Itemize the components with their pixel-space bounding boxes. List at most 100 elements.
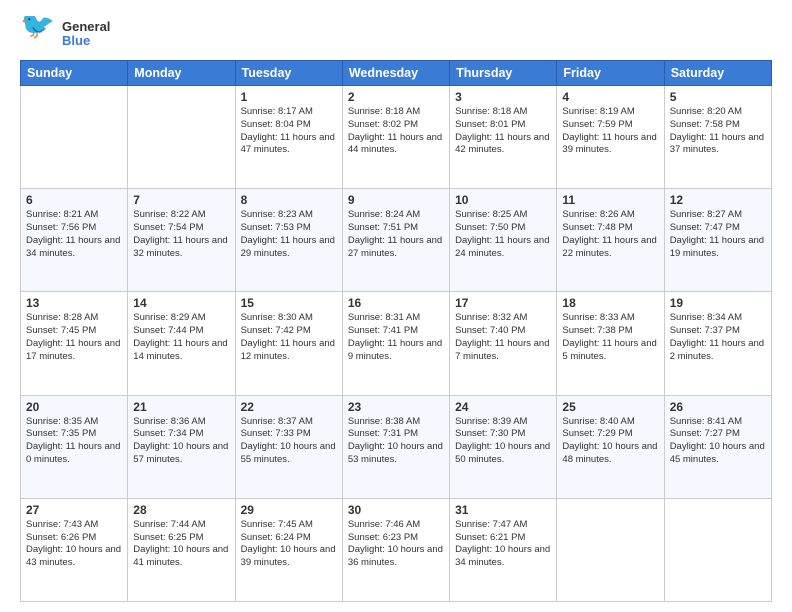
calendar-cell: 23Sunrise: 8:38 AM Sunset: 7:31 PM Dayli…	[342, 395, 449, 498]
day-header-tuesday: Tuesday	[235, 61, 342, 86]
cell-data: Sunrise: 8:19 AM Sunset: 7:59 PM Dayligh…	[562, 106, 658, 157]
cell-data: Sunrise: 8:27 AM Sunset: 7:47 PM Dayligh…	[670, 209, 766, 260]
calendar-cell	[557, 498, 664, 601]
logo-text-blue: Blue	[62, 34, 110, 48]
day-header-saturday: Saturday	[664, 61, 771, 86]
cell-data: Sunrise: 8:39 AM Sunset: 7:30 PM Dayligh…	[455, 416, 551, 467]
calendar-cell: 22 Sunrise: 8:37 AM Sunset: 7:33 PM Dayli…	[235, 395, 342, 498]
day-number: 10	[455, 193, 551, 207]
cell-data: Sunrise: 8:41 AM Sunset: 7:27 PM Dayligh…	[670, 416, 766, 467]
day-number: 5	[670, 90, 766, 104]
cell-data: Sunrise: 7:46 AM Sunset: 6:23 PM Dayligh…	[348, 519, 444, 570]
day-number: 3	[455, 90, 551, 104]
logo: 🐦 General Blue	[20, 16, 110, 52]
cell-data: Sunrise: 8:26 AM Sunset: 7:48 PM Dayligh…	[562, 209, 658, 260]
calendar-cell: 11 Sunrise: 8:26 AM Sunset: 7:48 PM Dayli…	[557, 189, 664, 292]
day-number: 12	[670, 193, 766, 207]
day-number: 9	[348, 193, 444, 207]
cell-data: Sunrise: 8:35 AM Sunset: 7:35 PM Dayligh…	[26, 416, 122, 467]
calendar-cell: 17Sunrise: 8:32 AM Sunset: 7:40 PM Dayli…	[450, 292, 557, 395]
cell-data: Sunrise: 8:24 AM Sunset: 7:51 PM Dayligh…	[348, 209, 444, 260]
day-number: 11	[562, 193, 658, 207]
calendar-cell: 13 Sunrise: 8:28 AM Sunset: 7:45 PM Dayli…	[21, 292, 128, 395]
day-number: 29	[241, 503, 337, 517]
cell-data: Sunrise: 8:25 AM Sunset: 7:50 PM Dayligh…	[455, 209, 551, 260]
calendar-cell: 28 Sunrise: 7:44 AM Sunset: 6:25 PM Dayli…	[128, 498, 235, 601]
cell-data: Sunrise: 8:32 AM Sunset: 7:40 PM Dayligh…	[455, 312, 551, 363]
day-number: 26	[670, 400, 766, 414]
calendar-cell: 31Sunrise: 7:47 AM Sunset: 6:21 PM Dayli…	[450, 498, 557, 601]
day-number: 8	[241, 193, 337, 207]
calendar-cell: 29 Sunrise: 7:45 AM Sunset: 6:24 PM Dayli…	[235, 498, 342, 601]
calendar-cell: 10 Sunrise: 8:25 AM Sunset: 7:50 PM Dayli…	[450, 189, 557, 292]
day-number: 28	[133, 503, 229, 517]
cell-data: Sunrise: 7:43 AM Sunset: 6:26 PM Dayligh…	[26, 519, 122, 570]
calendar-week-4: 20 Sunrise: 8:35 AM Sunset: 7:35 PM Dayli…	[21, 395, 772, 498]
calendar-cell: 4Sunrise: 8:19 AM Sunset: 7:59 PM Daylig…	[557, 86, 664, 189]
day-number: 6	[26, 193, 122, 207]
cell-data: Sunrise: 8:28 AM Sunset: 7:45 PM Dayligh…	[26, 312, 122, 363]
day-number: 16	[348, 296, 444, 310]
calendar-week-3: 13 Sunrise: 8:28 AM Sunset: 7:45 PM Dayli…	[21, 292, 772, 395]
day-number: 20	[26, 400, 122, 414]
cell-data: Sunrise: 7:45 AM Sunset: 6:24 PM Dayligh…	[241, 519, 337, 570]
cell-data: Sunrise: 8:30 AM Sunset: 7:42 PM Dayligh…	[241, 312, 337, 363]
day-number: 30	[348, 503, 444, 517]
calendar-cell: 7 Sunrise: 8:22 AM Sunset: 7:54 PM Daylig…	[128, 189, 235, 292]
page: 🐦 General Blue SundayMondayTuesdayWednes…	[0, 0, 792, 612]
cell-data: Sunrise: 8:18 AM Sunset: 8:01 PM Dayligh…	[455, 106, 551, 157]
day-header-friday: Friday	[557, 61, 664, 86]
calendar-cell: 24 Sunrise: 8:39 AM Sunset: 7:30 PM Dayli…	[450, 395, 557, 498]
day-number: 18	[562, 296, 658, 310]
day-number: 14	[133, 296, 229, 310]
calendar-cell: 14 Sunrise: 8:29 AM Sunset: 7:44 PM Dayli…	[128, 292, 235, 395]
calendar-cell: 21Sunrise: 8:36 AM Sunset: 7:34 PM Dayli…	[128, 395, 235, 498]
calendar-cell: 5 Sunrise: 8:20 AM Sunset: 7:58 PM Daylig…	[664, 86, 771, 189]
calendar-cell: 8 Sunrise: 8:23 AM Sunset: 7:53 PM Daylig…	[235, 189, 342, 292]
calendar-cell: 19 Sunrise: 8:34 AM Sunset: 7:37 PM Dayli…	[664, 292, 771, 395]
calendar-cell: 12 Sunrise: 8:27 AM Sunset: 7:47 PM Dayli…	[664, 189, 771, 292]
cell-data: Sunrise: 8:21 AM Sunset: 7:56 PM Dayligh…	[26, 209, 122, 260]
calendar-cell: 16Sunrise: 8:31 AM Sunset: 7:41 PM Dayli…	[342, 292, 449, 395]
cell-data: Sunrise: 8:17 AM Sunset: 8:04 PM Dayligh…	[241, 106, 337, 157]
cell-data: Sunrise: 7:44 AM Sunset: 6:25 PM Dayligh…	[133, 519, 229, 570]
logo-bird-icon: 🐦	[20, 16, 60, 52]
calendar-cell: 6 Sunrise: 8:21 AM Sunset: 7:56 PM Daylig…	[21, 189, 128, 292]
calendar-cell: 9 Sunrise: 8:24 AM Sunset: 7:51 PM Daylig…	[342, 189, 449, 292]
calendar-cell: 25Sunrise: 8:40 AM Sunset: 7:29 PM Dayli…	[557, 395, 664, 498]
cell-data: Sunrise: 8:18 AM Sunset: 8:02 PM Dayligh…	[348, 106, 444, 157]
day-number: 24	[455, 400, 551, 414]
calendar-table: SundayMondayTuesdayWednesdayThursdayFrid…	[20, 60, 772, 602]
calendar-cell	[664, 498, 771, 601]
day-header-monday: Monday	[128, 61, 235, 86]
calendar-week-1: 1 Sunrise: 8:17 AM Sunset: 8:04 PM Daylig…	[21, 86, 772, 189]
calendar-cell: 3 Sunrise: 8:18 AM Sunset: 8:01 PM Daylig…	[450, 86, 557, 189]
day-number: 22	[241, 400, 337, 414]
svg-text:🐦: 🐦	[20, 16, 55, 40]
cell-data: Sunrise: 8:36 AM Sunset: 7:34 PM Dayligh…	[133, 416, 229, 467]
logo-text-general: General	[62, 20, 110, 34]
calendar-cell: 27Sunrise: 7:43 AM Sunset: 6:26 PM Dayli…	[21, 498, 128, 601]
cell-data: Sunrise: 8:23 AM Sunset: 7:53 PM Dayligh…	[241, 209, 337, 260]
day-number: 19	[670, 296, 766, 310]
calendar-cell: 26 Sunrise: 8:41 AM Sunset: 7:27 PM Dayli…	[664, 395, 771, 498]
day-header-thursday: Thursday	[450, 61, 557, 86]
cell-data: Sunrise: 7:47 AM Sunset: 6:21 PM Dayligh…	[455, 519, 551, 570]
calendar-cell	[21, 86, 128, 189]
cell-data: Sunrise: 8:29 AM Sunset: 7:44 PM Dayligh…	[133, 312, 229, 363]
calendar-cell: 2 Sunrise: 8:18 AM Sunset: 8:02 PM Daylig…	[342, 86, 449, 189]
cell-data: Sunrise: 8:37 AM Sunset: 7:33 PM Dayligh…	[241, 416, 337, 467]
header: 🐦 General Blue	[20, 16, 772, 52]
calendar-week-5: 27Sunrise: 7:43 AM Sunset: 6:26 PM Dayli…	[21, 498, 772, 601]
calendar-week-2: 6 Sunrise: 8:21 AM Sunset: 7:56 PM Daylig…	[21, 189, 772, 292]
cell-data: Sunrise: 8:40 AM Sunset: 7:29 PM Dayligh…	[562, 416, 658, 467]
cell-data: Sunrise: 8:34 AM Sunset: 7:37 PM Dayligh…	[670, 312, 766, 363]
day-number: 13	[26, 296, 122, 310]
cell-data: Sunrise: 8:20 AM Sunset: 7:58 PM Dayligh…	[670, 106, 766, 157]
day-number: 7	[133, 193, 229, 207]
cell-data: Sunrise: 8:22 AM Sunset: 7:54 PM Dayligh…	[133, 209, 229, 260]
day-number: 2	[348, 90, 444, 104]
calendar-cell: 30 Sunrise: 7:46 AM Sunset: 6:23 PM Dayli…	[342, 498, 449, 601]
day-number: 1	[241, 90, 337, 104]
calendar-cell: 1 Sunrise: 8:17 AM Sunset: 8:04 PM Daylig…	[235, 86, 342, 189]
